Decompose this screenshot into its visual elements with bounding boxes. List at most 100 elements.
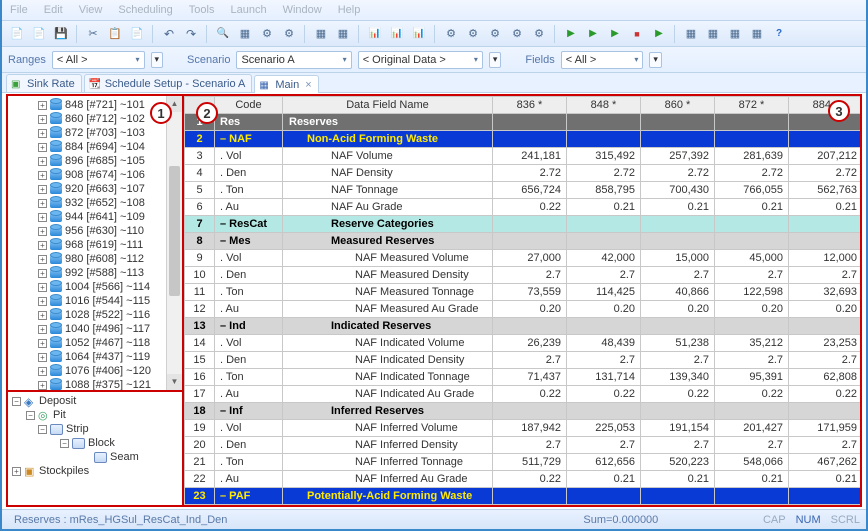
cell-name[interactable]: NAF Au Grade xyxy=(283,199,493,216)
cell-name[interactable]: Indicated Reserves xyxy=(283,318,493,335)
cell-value[interactable]: 0.21 xyxy=(641,471,715,488)
expand-icon[interactable] xyxy=(12,467,21,476)
tree-layer-item[interactable]: 1052 [#467] ~118 xyxy=(38,336,164,350)
tree-layer-item[interactable]: 884 [#694] ~104 xyxy=(38,140,164,154)
cell-name[interactable]: NAF Measured Tonnage xyxy=(283,284,493,301)
cell-name[interactable]: Reserves xyxy=(283,114,493,131)
cell-value[interactable]: 15,000 xyxy=(641,250,715,267)
cell-name[interactable]: Non-Acid Forming Waste xyxy=(283,131,493,148)
cell-name[interactable]: Potentially-Acid Forming Waste xyxy=(283,488,493,505)
menu-window[interactable]: Window xyxy=(281,2,324,18)
tree-layer-item[interactable]: 848 [#721] ~101 xyxy=(38,98,164,112)
grid-row[interactable]: 15. DenNAF Indicated Density2.72.72.72.7… xyxy=(185,352,861,369)
expand-icon[interactable] xyxy=(38,143,47,152)
cell-name[interactable]: NAF Inferred Au Grade xyxy=(283,471,493,488)
cell-value[interactable]: 0.22 xyxy=(641,386,715,403)
tree-layer-item[interactable]: 968 [#619] ~111 xyxy=(38,238,164,252)
cell-name[interactable]: NAF Volume xyxy=(283,148,493,165)
cell-value[interactable]: 2.7 xyxy=(493,352,567,369)
cell-value[interactable]: 48,439 xyxy=(567,335,641,352)
menu-scheduling[interactable]: Scheduling xyxy=(116,2,174,18)
collapse-icon[interactable] xyxy=(60,439,69,448)
tree-layer-item[interactable]: 944 [#641] ~109 xyxy=(38,210,164,224)
grid-row[interactable]: 14. VolNAF Indicated Volume26,23948,4395… xyxy=(185,335,861,352)
cell-value[interactable]: 0.21 xyxy=(567,199,641,216)
cell-value[interactable] xyxy=(493,488,567,505)
data-aux[interactable]: ▾ xyxy=(489,52,502,68)
cell-value[interactable]: 766,055 xyxy=(715,182,789,199)
expand-icon[interactable] xyxy=(38,255,47,264)
menu-file[interactable]: File xyxy=(8,2,30,18)
cell-code[interactable]: . Den xyxy=(215,437,283,454)
play-icon[interactable] xyxy=(562,25,580,43)
new-icon[interactable] xyxy=(8,25,26,43)
cell-value[interactable]: 225,053 xyxy=(567,420,641,437)
cell-value[interactable]: 0.22 xyxy=(567,386,641,403)
cell-value[interactable] xyxy=(493,318,567,335)
cell-code[interactable]: . Vol xyxy=(215,335,283,352)
cell-value[interactable]: 45,000 xyxy=(715,250,789,267)
view3-icon[interactable] xyxy=(726,25,744,43)
view4-icon[interactable] xyxy=(748,25,766,43)
expand-icon[interactable] xyxy=(38,367,47,376)
grid-icon[interactable] xyxy=(312,25,330,43)
expand-icon[interactable] xyxy=(38,353,47,362)
chart2-icon[interactable] xyxy=(388,25,406,43)
cell-value[interactable]: 656,724 xyxy=(493,182,567,199)
chart-icon[interactable] xyxy=(366,25,384,43)
cell-name[interactable]: NAF Tonnage xyxy=(283,182,493,199)
tree-layer-item[interactable]: 1088 [#375] ~121 xyxy=(38,378,164,390)
cell-value[interactable]: 0.21 xyxy=(715,471,789,488)
cell-value[interactable]: 26,239 xyxy=(493,335,567,352)
cell-value[interactable]: 562,763 xyxy=(789,182,861,199)
cell-value[interactable]: 2.72 xyxy=(567,165,641,182)
cell-value[interactable] xyxy=(641,488,715,505)
cell-value[interactable]: 73,559 xyxy=(493,284,567,301)
cell-value[interactable] xyxy=(789,216,861,233)
grid-row[interactable]: 23– PAFPotentially-Acid Forming Waste xyxy=(185,488,861,505)
expand-icon[interactable] xyxy=(38,213,47,222)
stop-icon[interactable] xyxy=(628,25,646,43)
cell-value[interactable]: 0.20 xyxy=(789,301,861,318)
cell-value[interactable]: 2.7 xyxy=(789,352,861,369)
cell-value[interactable]: 95,391 xyxy=(715,369,789,386)
tree-node-pit[interactable]: Pit xyxy=(26,408,178,422)
tab-main[interactable]: Main × xyxy=(254,75,318,93)
cell-value[interactable]: 520,223 xyxy=(641,454,715,471)
collapse-icon[interactable] xyxy=(12,397,21,406)
grid-row[interactable]: 11. TonNAF Measured Tonnage73,559114,425… xyxy=(185,284,861,301)
tree-layer-item[interactable]: 908 [#674] ~106 xyxy=(38,168,164,182)
cell-value[interactable] xyxy=(715,233,789,250)
expand-icon[interactable] xyxy=(38,339,47,348)
cell-value[interactable]: 2.7 xyxy=(641,437,715,454)
cell-code[interactable]: . Ton xyxy=(215,454,283,471)
cell-value[interactable] xyxy=(493,114,567,131)
copy-icon[interactable] xyxy=(106,25,124,43)
tree-layer-item[interactable]: 1028 [#522] ~116 xyxy=(38,308,164,322)
config4-icon[interactable] xyxy=(508,25,526,43)
cell-value[interactable]: 2.72 xyxy=(789,165,861,182)
cell-code[interactable]: Res xyxy=(215,114,283,131)
menu-tools[interactable]: Tools xyxy=(187,2,217,18)
cell-value[interactable]: 0.21 xyxy=(715,199,789,216)
cell-value[interactable]: 0.20 xyxy=(567,301,641,318)
cell-value[interactable] xyxy=(715,114,789,131)
cell-value[interactable]: 40,866 xyxy=(641,284,715,301)
expand-icon[interactable] xyxy=(38,241,47,250)
cell-value[interactable]: 0.21 xyxy=(789,471,861,488)
expand-icon[interactable] xyxy=(38,101,47,110)
cell-value[interactable]: 35,212 xyxy=(715,335,789,352)
cell-value[interactable] xyxy=(567,114,641,131)
cell-value[interactable] xyxy=(641,403,715,420)
cell-value[interactable] xyxy=(641,233,715,250)
menu-launch[interactable]: Launch xyxy=(228,2,268,18)
cell-code[interactable]: . Au xyxy=(215,471,283,488)
cell-value[interactable]: 139,340 xyxy=(641,369,715,386)
cell-code[interactable]: . Au xyxy=(215,386,283,403)
grid-row[interactable]: 19. VolNAF Inferred Volume187,942225,053… xyxy=(185,420,861,437)
tree-node-block[interactable]: Block xyxy=(60,436,178,450)
cell-code[interactable]: . Ton xyxy=(215,284,283,301)
col-848[interactable]: 848 * xyxy=(567,97,641,114)
grid-row[interactable]: 1ResReserves xyxy=(185,114,861,131)
cell-value[interactable]: 0.22 xyxy=(789,386,861,403)
